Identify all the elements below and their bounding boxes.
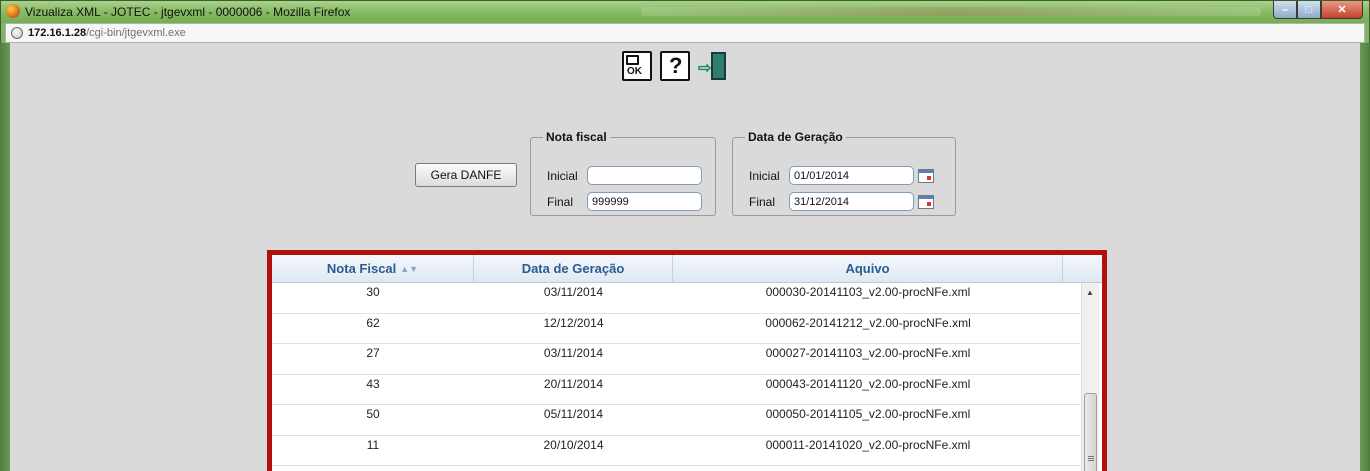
cell-nota: 43 [366,376,380,391]
firefox-icon [6,4,20,18]
nota-inicial-label: Inicial [547,168,578,183]
minimize-button[interactable]: – [1273,1,1297,19]
header-nota-fiscal[interactable]: Nota Fiscal ▲▼ [272,255,474,283]
window-title: Vizualiza XML - JOTEC - jtgevxml - 00000… [25,5,351,19]
xml-grid: Nota Fiscal ▲▼ Data de Geração Aquivo 30 … [267,250,1107,471]
calendar-icon[interactable] [918,194,934,209]
table-row[interactable]: 11 20/10/2014 000011-20141020_v2.00-proc… [272,436,1080,466]
cell-nota: 27 [366,346,380,360]
window-frame-right [1360,43,1370,471]
data-inicial-input[interactable] [789,166,914,185]
toolbar: OK ? ⇨ [622,51,728,85]
cell-nota: 30 [366,285,380,299]
title-bar-blurred-area [641,7,1261,16]
maximize-button[interactable]: □ [1297,1,1321,19]
address-bar[interactable]: 172.16.1.28/cgi-bin/jtgevxml.exe [5,23,1365,43]
data-inicial-row: Inicial [749,166,934,185]
table-row[interactable]: 30 03/11/2014 000030-20141103_v2.00-proc… [272,283,1080,314]
cell-data: 20/11/2014 [543,376,604,391]
window-frame-left [0,43,10,471]
cell-arquivo: 000050-20141105_v2.00-procNFe.xml [765,407,971,421]
close-button[interactable]: ✕ [1321,1,1363,19]
cell-data: 12/12/2014 [543,315,604,330]
cell-arquivo: 000062-20141212_v2.00-procNFe.xml [765,315,971,330]
data-inicial-label: Inicial [749,168,780,183]
data-geracao-legend: Data de Geração [748,130,843,144]
cell-arquivo: 000043-20141120_v2.00-procNFe.xml [765,376,971,391]
header-arquivo[interactable]: Aquivo [673,255,1063,283]
cell-data: 05/11/2014 [543,407,604,421]
data-final-input[interactable] [789,192,914,211]
scroll-up-icon[interactable]: ▲ [1086,288,1094,297]
cell-nota: 50 [366,407,380,421]
cell-data: 03/11/2014 [543,285,604,299]
help-label: ? [669,53,683,78]
scroll-thumb[interactable] [1084,393,1097,471]
nota-fiscal-group: Nota fiscal Inicial Final [530,130,716,216]
help-icon[interactable]: ? [660,51,690,81]
ok-label: OK [627,66,642,77]
grid-scrollbar[interactable]: ▲ [1081,283,1099,471]
exit-icon[interactable]: ⇨ [698,51,728,81]
table-row[interactable]: 62 12/12/2014 000062-20141212_v2.00-proc… [272,314,1080,344]
page-content: OK ? ⇨ Gera DANFE Nota fiscal Inicial Fi… [10,43,1360,471]
cell-data: 20/10/2014 [543,437,604,452]
sort-icon: ▲▼ [400,264,419,274]
cell-nota: 62 [366,315,380,330]
nota-final-label: Final [547,194,574,209]
ok-icon[interactable]: OK [622,51,652,81]
header-nota-fiscal-label: Nota Fiscal [326,261,397,276]
cell-arquivo: 000030-20141103_v2.00-procNFe.xml [765,285,971,299]
url-text: 172.16.1.28/cgi-bin/jtgevxml.exe [28,27,186,39]
cell-data: 03/11/2014 [543,346,604,360]
exit-door-shape [711,52,726,80]
url-path: /cgi-bin/jtgevxml.exe [86,27,186,39]
table-row[interactable]: 27 03/11/2014 000027-20141103_v2.00-proc… [272,344,1080,375]
data-final-label: Final [749,194,776,209]
nota-final-row: Final [547,192,702,211]
grip-icon [1088,456,1094,462]
globe-icon [11,27,23,39]
grid-body: 30 03/11/2014 000030-20141103_v2.00-proc… [272,283,1080,466]
data-final-row: Final [749,192,934,211]
table-row[interactable]: 43 20/11/2014 000043-20141120_v2.00-proc… [272,375,1080,405]
nota-final-input[interactable] [587,192,702,211]
cell-arquivo: 000027-20141103_v2.00-procNFe.xml [765,346,971,360]
header-spacer [1063,255,1102,283]
gera-danfe-button[interactable]: Gera DANFE [415,163,517,187]
title-bar[interactable]: Vizualiza XML - JOTEC - jtgevxml - 00000… [1,1,1369,23]
exit-arrow: ⇨ [698,60,712,77]
window-controls: – □ ✕ [1273,1,1363,20]
cell-arquivo: 000011-20141020_v2.00-procNFe.xml [765,437,971,452]
calendar-icon[interactable] [918,168,934,183]
cell-nota: 11 [366,437,380,452]
nota-inicial-input[interactable] [587,166,702,185]
nota-inicial-row: Inicial [547,166,702,185]
data-geracao-group: Data de Geração Inicial Final [732,130,956,216]
header-data-geracao[interactable]: Data de Geração [474,255,673,283]
grid-header: Nota Fiscal ▲▼ Data de Geração Aquivo [272,255,1102,283]
nota-fiscal-legend: Nota fiscal [546,130,607,144]
url-host: 172.16.1.28 [28,27,87,39]
table-row[interactable]: 50 05/11/2014 000050-20141105_v2.00-proc… [272,405,1080,436]
